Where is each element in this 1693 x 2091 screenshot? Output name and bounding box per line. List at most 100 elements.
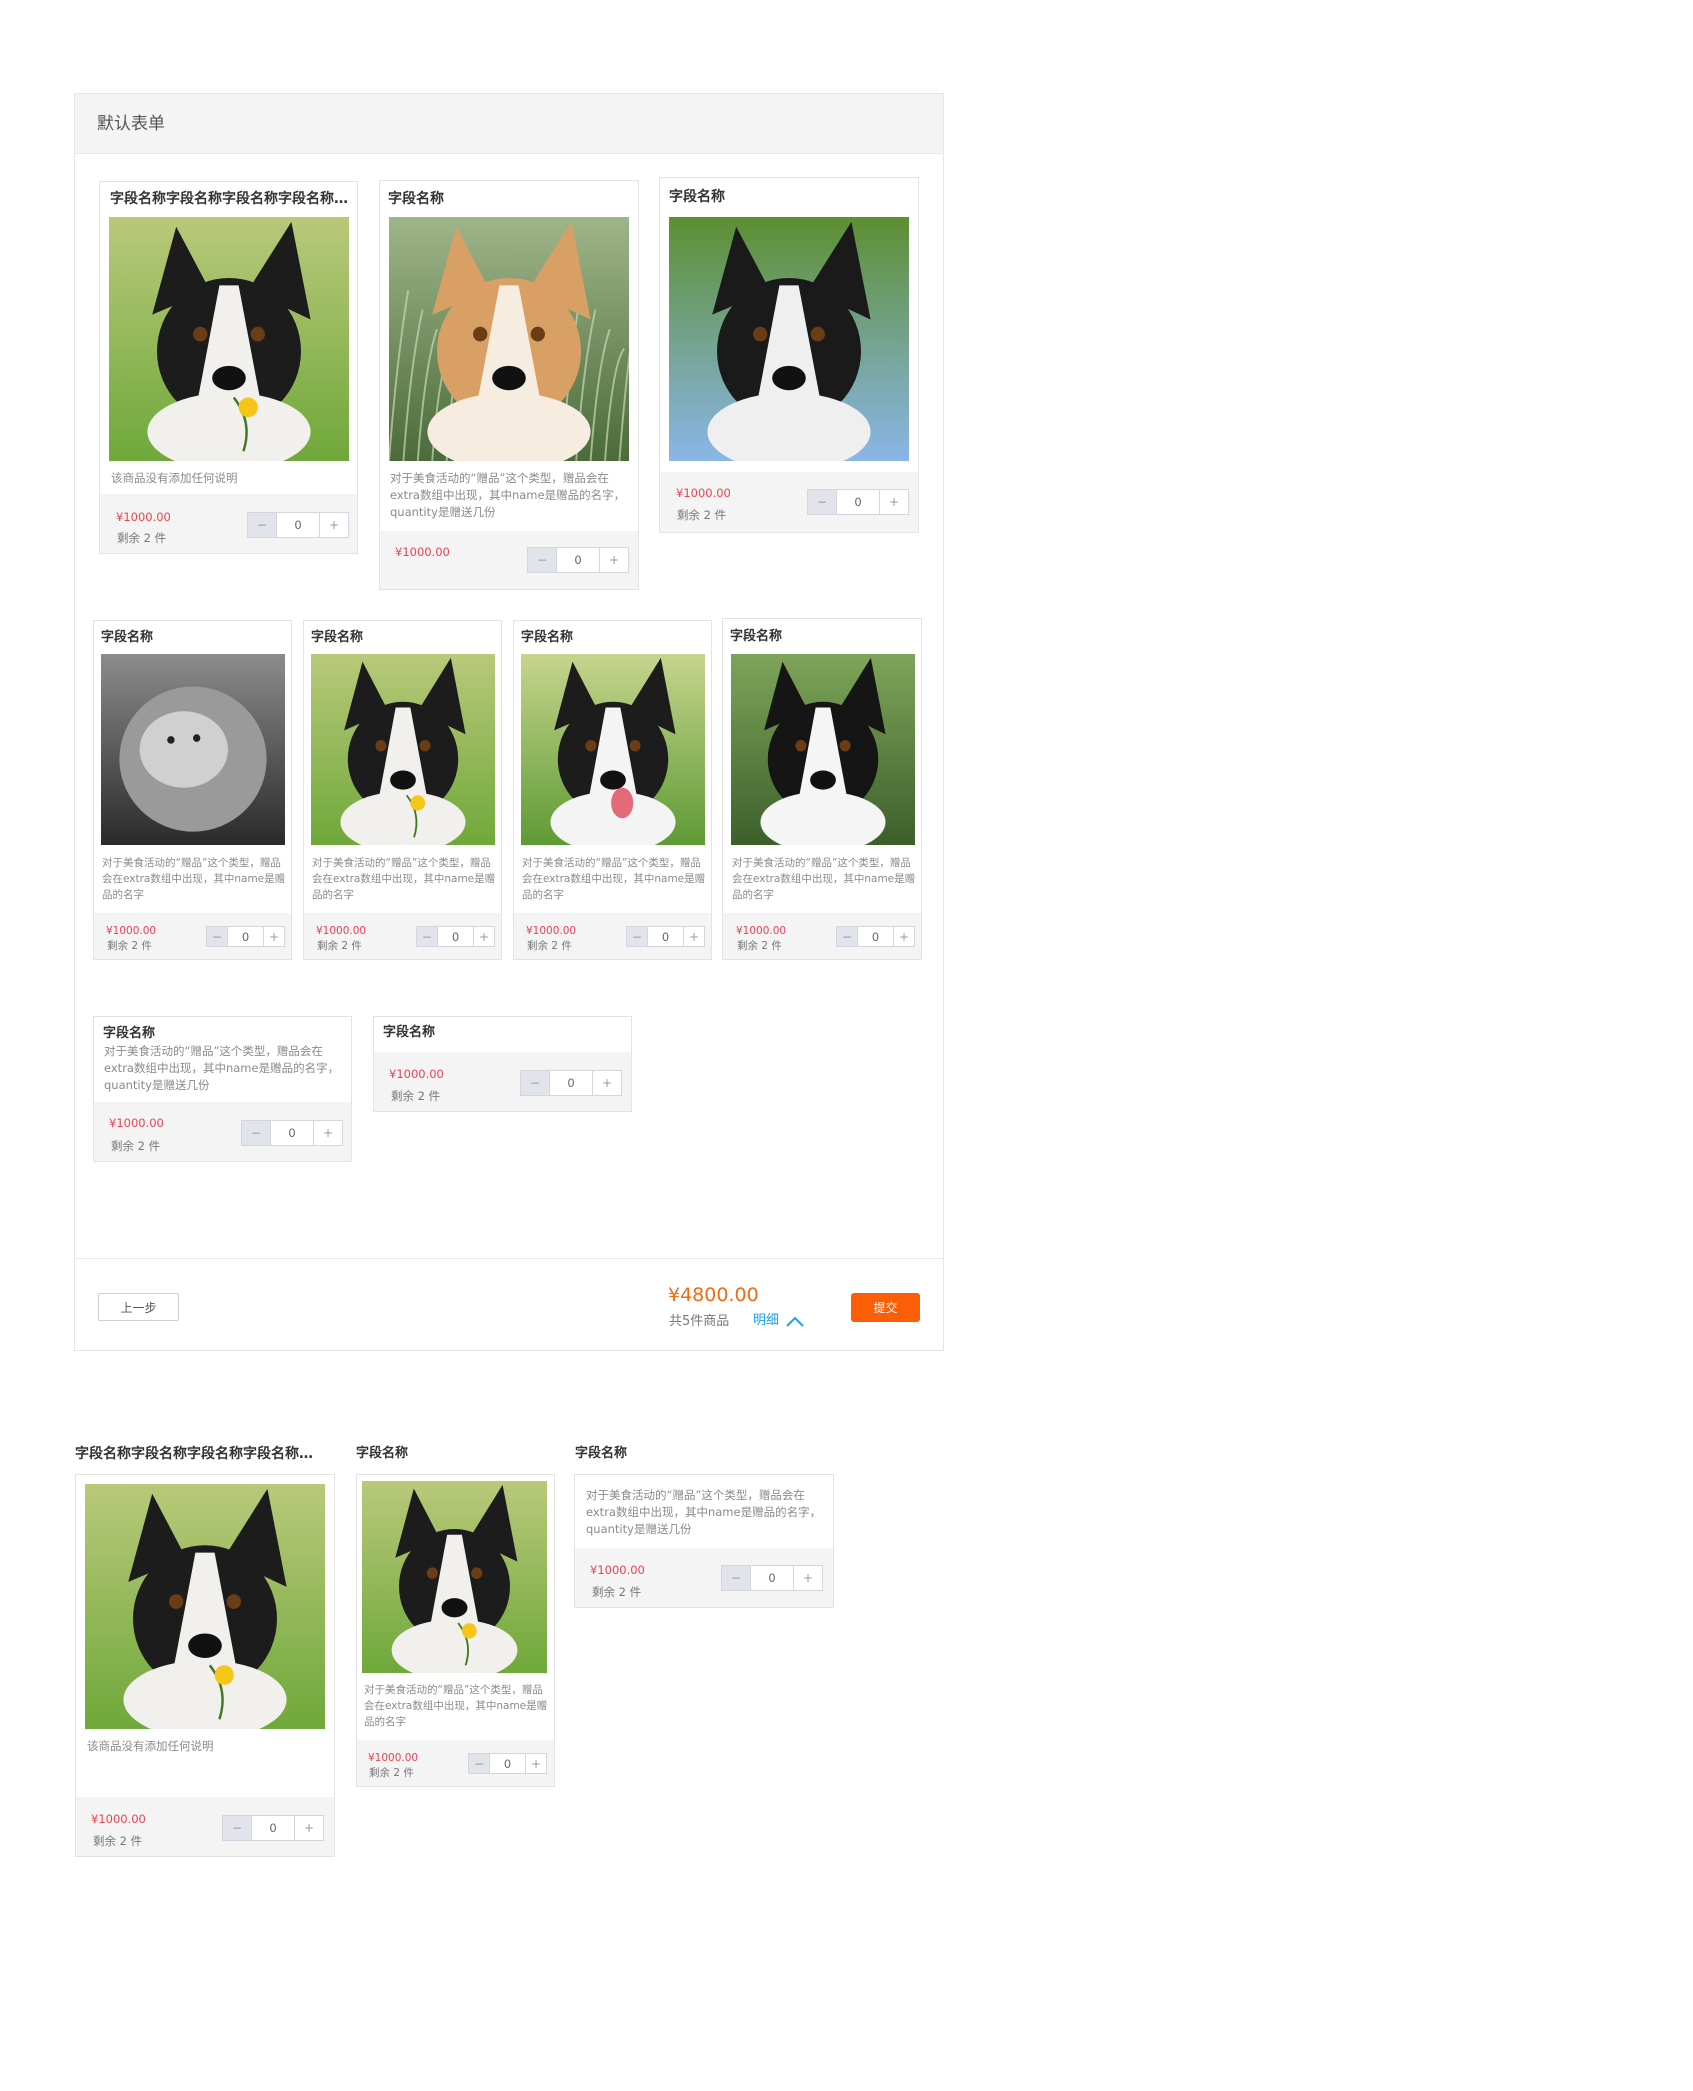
- price-label: ¥1000.00: [526, 925, 577, 937]
- decrease-button[interactable]: −: [223, 1816, 252, 1840]
- card-title: 字段名称: [311, 630, 364, 645]
- stock-label: 剩余 2 件: [117, 531, 167, 545]
- quantity-stepper: − 0 +: [416, 926, 495, 947]
- dog-illustration: [669, 217, 909, 461]
- stock-label: 剩余 2 件: [111, 1139, 161, 1153]
- increase-button[interactable]: +: [313, 1121, 342, 1145]
- dog-illustration: [85, 1484, 325, 1729]
- card-desc: 对于美食活动的“赠品”这个类型，赠品会在extra数组中出现，其中name是赠品…: [522, 857, 706, 901]
- quantity-stepper: − 0 +: [807, 489, 909, 515]
- product-photo: [85, 1484, 325, 1729]
- quantity-stepper: − 0 +: [206, 926, 285, 947]
- card-desc: 该商品没有添加任何说明: [87, 1739, 214, 1753]
- increase-button[interactable]: +: [525, 1754, 546, 1773]
- card-desc: 对于美食活动的“赠品”这个类型，赠品会在extra数组中出现，其中name是赠品…: [732, 857, 916, 901]
- increase-button[interactable]: +: [319, 513, 348, 537]
- price-label: ¥1000.00: [395, 545, 450, 559]
- submit-button[interactable]: 提交: [851, 1293, 920, 1322]
- price-label: ¥1000.00: [736, 925, 787, 937]
- price-label: ¥1000.00: [106, 925, 157, 937]
- card-desc: 对于美食活动的“赠品”这个类型，赠品会在extra数组中出现，其中name是赠品…: [104, 1044, 340, 1092]
- quantity-stepper: − 0 +: [626, 926, 705, 947]
- card-desc: 对于美食活动的“赠品”这个类型，赠品会在extra数组中出现，其中name是赠品…: [312, 857, 496, 901]
- product-photo: [362, 1481, 547, 1673]
- quantity-input[interactable]: 0: [252, 1816, 294, 1840]
- quantity-stepper: − 0 +: [222, 1815, 324, 1841]
- quantity-input[interactable]: 0: [550, 1071, 592, 1095]
- decrease-button[interactable]: −: [207, 927, 228, 946]
- product-photo: [101, 654, 285, 845]
- decrease-button[interactable]: −: [627, 927, 648, 946]
- quantity-input[interactable]: 0: [438, 927, 473, 946]
- footer-divider: [75, 1258, 943, 1259]
- card-title: 字段名称: [101, 630, 154, 645]
- quantity-stepper: − 0 +: [247, 512, 349, 538]
- detail-label: 明细: [753, 1313, 780, 1328]
- dog-illustration: [362, 1481, 547, 1673]
- card-title: 字段名称字段名称字段名称字段名称字段名称字段名称: [110, 191, 350, 207]
- decrease-button[interactable]: −: [837, 927, 858, 946]
- price-label: ¥1000.00: [368, 1752, 419, 1764]
- quantity-input[interactable]: 0: [271, 1121, 313, 1145]
- quantity-input[interactable]: 0: [858, 927, 893, 946]
- decrease-button[interactable]: −: [722, 1566, 751, 1590]
- quantity-input[interactable]: 0: [648, 927, 683, 946]
- product-photo: [311, 654, 495, 845]
- increase-button[interactable]: +: [879, 490, 908, 514]
- decrease-button[interactable]: −: [417, 927, 438, 946]
- increase-button[interactable]: +: [793, 1566, 822, 1590]
- dog-illustration: [731, 654, 915, 845]
- decrease-button[interactable]: −: [248, 513, 277, 537]
- card-title: 字段名称: [103, 1026, 156, 1041]
- decrease-button[interactable]: −: [808, 490, 837, 514]
- prev-step-button[interactable]: 上一步: [98, 1293, 179, 1321]
- dog-illustration: [389, 217, 629, 461]
- total-price: ¥4800.00: [668, 1284, 759, 1306]
- quantity-input[interactable]: 0: [837, 490, 879, 514]
- increase-button[interactable]: +: [592, 1071, 621, 1095]
- quantity-input[interactable]: 0: [751, 1566, 793, 1590]
- quantity-input[interactable]: 0: [277, 513, 319, 537]
- dog-illustration: [109, 217, 349, 461]
- stock-label: 剩余 2 件: [677, 508, 727, 522]
- stock-label: 剩余 2 件: [107, 940, 152, 952]
- increase-button[interactable]: +: [263, 927, 284, 946]
- decrease-button[interactable]: −: [469, 1754, 490, 1773]
- quantity-stepper: − 0 +: [241, 1120, 343, 1146]
- quantity-input[interactable]: 0: [490, 1754, 525, 1773]
- dog-illustration: [521, 654, 705, 845]
- stock-label: 剩余 2 件: [592, 1585, 642, 1599]
- decrease-button[interactable]: −: [521, 1071, 550, 1095]
- chevron-up-icon: [786, 1316, 804, 1327]
- quantity-stepper: − 0 +: [721, 1565, 823, 1591]
- price-label: ¥1000.00: [316, 925, 367, 937]
- card-desc: 对于美食活动的“赠品”这个类型，赠品会在extra数组中出现，其中name是赠品…: [102, 857, 286, 901]
- decrease-button[interactable]: −: [528, 548, 557, 572]
- card-desc: 对于美食活动的“赠品”这个类型，赠品会在extra数组中出现，其中name是赠品…: [390, 471, 626, 519]
- increase-button[interactable]: +: [599, 548, 628, 572]
- decrease-button[interactable]: −: [242, 1121, 271, 1145]
- detail-toggle[interactable]: 明细: [753, 1312, 805, 1330]
- card-title: 字段名称: [730, 629, 783, 644]
- sample-card-title: 字段名称: [575, 1446, 628, 1461]
- increase-button[interactable]: +: [683, 927, 704, 946]
- price-label: ¥1000.00: [590, 1563, 645, 1577]
- increase-button[interactable]: +: [294, 1816, 323, 1840]
- card-title: 字段名称: [521, 630, 574, 645]
- product-photo: [389, 217, 629, 461]
- item-count: 共5件商品: [669, 1314, 730, 1329]
- product-photo: [669, 217, 909, 461]
- panel-title: 默认表单: [97, 114, 165, 134]
- increase-button[interactable]: +: [893, 927, 914, 946]
- price-label: ¥1000.00: [676, 486, 731, 500]
- increase-button[interactable]: +: [473, 927, 494, 946]
- quantity-input[interactable]: 0: [228, 927, 263, 946]
- stock-label: 剩余 2 件: [369, 1767, 414, 1779]
- quantity-input[interactable]: 0: [557, 548, 599, 572]
- dog-illustration: [101, 654, 285, 845]
- stock-label: 剩余 2 件: [93, 1834, 143, 1848]
- stock-label: 剩余 2 件: [317, 940, 362, 952]
- card-desc: 该商品没有添加任何说明: [111, 471, 238, 485]
- card-title: 字段名称: [388, 191, 444, 207]
- sample-card-title: 字段名称: [356, 1446, 409, 1461]
